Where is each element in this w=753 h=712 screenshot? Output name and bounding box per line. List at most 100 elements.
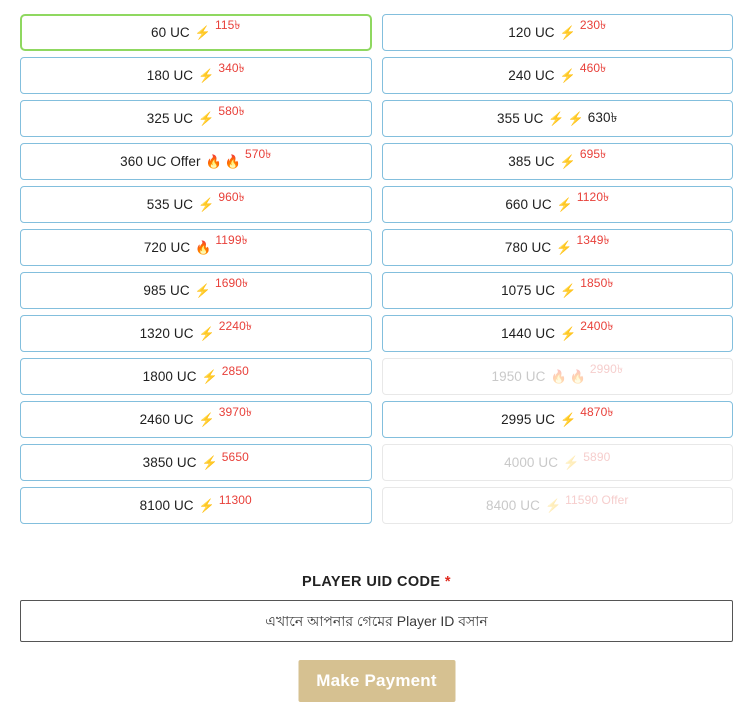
zap-icon: ⚡ xyxy=(198,498,215,513)
fire-icon: 🔥 xyxy=(569,369,586,384)
package-price: 1199৳ xyxy=(215,232,248,247)
package-icons: ⚡ xyxy=(199,327,215,340)
package-icons: ⚡ xyxy=(557,198,573,211)
package-price: 1850৳ xyxy=(580,275,614,290)
required-asterisk: * xyxy=(444,574,451,590)
zap-icon: ⚡ xyxy=(560,412,577,427)
package-option: 4000 UC ⚡ 5890 xyxy=(381,444,733,481)
fire-icon: 🔥 xyxy=(195,240,212,255)
package-price: 2240৳ xyxy=(218,318,252,333)
zap-icon: ⚡ xyxy=(560,283,577,298)
zap-icon: ⚡ xyxy=(201,369,218,384)
zap-icon: ⚡ xyxy=(198,412,215,427)
package-icons: ⚡ xyxy=(560,413,576,426)
package-icons: ⚡ xyxy=(198,69,214,82)
fire-icon: 🔥 xyxy=(205,154,222,169)
package-option[interactable]: 1075 UC ⚡ 1850৳ xyxy=(381,272,733,309)
package-option[interactable]: 8100 UC ⚡ 11300 xyxy=(20,487,372,524)
package-option[interactable]: 385 UC ⚡ 695৳ xyxy=(381,143,733,180)
package-icons: ⚡ xyxy=(195,26,211,39)
package-label: 2995 UC xyxy=(501,412,556,427)
package-option[interactable]: 780 UC ⚡ 1349৳ xyxy=(381,229,733,266)
zap-icon: ⚡ xyxy=(556,240,573,255)
zap-icon: ⚡ xyxy=(194,25,211,40)
package-price: 4870৳ xyxy=(580,404,614,419)
package-icons: ⚡ xyxy=(560,155,576,168)
package-option[interactable]: 1320 UC ⚡ 2240৳ xyxy=(20,315,372,352)
package-option[interactable]: 985 UC ⚡ 1690৳ xyxy=(20,272,372,309)
package-price: 11300 xyxy=(218,492,252,507)
package-icons: ⚡ xyxy=(199,499,215,512)
package-label: 360 UC Offer xyxy=(120,154,201,169)
package-icons: ⚡ xyxy=(563,456,579,469)
package-icons: ⚡ xyxy=(560,327,576,340)
package-option[interactable]: 355 UC ⚡ ⚡ 630৳ xyxy=(381,100,733,137)
zap-icon: ⚡ xyxy=(563,455,580,470)
package-label: 120 UC xyxy=(508,25,555,40)
zap-icon: ⚡ xyxy=(198,111,215,126)
package-price: 5650 xyxy=(221,449,249,464)
package-option[interactable]: 2460 UC ⚡ 3970৳ xyxy=(20,401,372,438)
make-payment-button[interactable]: Make Payment xyxy=(298,660,455,702)
zap-icon: ⚡ xyxy=(559,68,576,83)
package-label: 325 UC xyxy=(146,111,194,126)
package-option[interactable]: 3850 UC ⚡ 5650 xyxy=(20,444,372,481)
package-label: 3850 UC xyxy=(142,455,197,470)
package-price: 115৳ xyxy=(214,17,241,32)
zap-icon: ⚡ xyxy=(544,498,562,513)
package-icons: ⚡ xyxy=(202,456,218,469)
package-option[interactable]: 240 UC ⚡ 460৳ xyxy=(381,57,733,94)
package-label: 1950 UC xyxy=(491,369,546,384)
package-option[interactable]: 325 UC ⚡ 580৳ xyxy=(20,100,372,137)
uc-topup-page: 60 UC ⚡ 115৳ 120 UC ⚡ 230৳ 180 UC ⚡ 340৳ 240 UC ⚡ 4… xyxy=(0,0,753,712)
package-option[interactable]: 360 UC Offer 🔥 🔥 570৳ xyxy=(20,143,372,180)
package-price: 2850 xyxy=(221,363,249,378)
player-uid-label-text: PLAYER UID CODE xyxy=(302,574,441,590)
package-option[interactable]: 120 UC ⚡ 230৳ xyxy=(381,14,733,51)
zap-icon: ⚡ xyxy=(198,197,215,212)
package-option[interactable]: 660 UC ⚡ 1120৳ xyxy=(381,186,733,223)
package-icons: 🔥 xyxy=(195,241,211,254)
zap-icon: ⚡ xyxy=(548,111,565,126)
package-option[interactable]: 1440 UC ⚡ 2400৳ xyxy=(381,315,733,352)
package-option[interactable]: 60 UC ⚡ 115৳ xyxy=(20,14,372,51)
fire-icon: 🔥 xyxy=(224,154,241,169)
package-label: 535 UC xyxy=(146,197,194,212)
package-option: 1950 UC 🔥 🔥 2990৳ xyxy=(381,358,733,395)
package-price: 2990৳ xyxy=(589,361,624,376)
package-price: 5890 xyxy=(583,449,611,464)
package-label: 240 UC xyxy=(508,68,555,83)
package-label: 1440 UC xyxy=(501,326,556,341)
package-icons: ⚡ xyxy=(198,112,214,125)
package-label: 660 UC xyxy=(505,197,552,212)
package-option[interactable]: 535 UC ⚡ 960৳ xyxy=(20,186,372,223)
zap-icon: ⚡ xyxy=(198,68,215,83)
package-icons: ⚡ xyxy=(202,370,218,383)
package-option: 8400 UC ⚡ 11590 Offer xyxy=(381,487,733,524)
package-icons: 🔥 🔥 xyxy=(550,370,585,383)
package-option[interactable]: 720 UC 🔥 1199৳ xyxy=(20,229,372,266)
package-label: 180 UC xyxy=(146,68,194,83)
package-option[interactable]: 2995 UC ⚡ 4870৳ xyxy=(381,401,733,438)
package-label: 720 UC xyxy=(143,240,191,255)
zap-icon: ⚡ xyxy=(559,25,576,40)
package-icons: ⚡ xyxy=(560,284,576,297)
player-uid-input[interactable] xyxy=(20,600,733,642)
package-grid: 60 UC ⚡ 115৳ 120 UC ⚡ 230৳ 180 UC ⚡ 340৳ 240 UC ⚡ 4… xyxy=(20,14,733,524)
package-price: 460৳ xyxy=(579,60,607,75)
package-option[interactable]: 180 UC ⚡ 340৳ xyxy=(20,57,372,94)
zap-icon: ⚡ xyxy=(567,111,584,126)
package-icons: ⚡ xyxy=(195,284,211,297)
zap-icon: ⚡ xyxy=(559,154,576,169)
package-label: 985 UC xyxy=(143,283,190,298)
package-label: 385 UC xyxy=(508,154,555,169)
package-option[interactable]: 1800 UC ⚡ 2850 xyxy=(20,358,372,395)
package-label: 780 UC xyxy=(504,240,552,255)
package-icons: ⚡ xyxy=(198,198,214,211)
package-icons: ⚡ xyxy=(556,241,572,254)
package-icons: ⚡ ⚡ xyxy=(548,112,583,125)
package-label: 2460 UC xyxy=(139,412,194,427)
package-price: 1120৳ xyxy=(576,189,610,204)
package-icons: ⚡ xyxy=(560,69,576,82)
zap-icon: ⚡ xyxy=(201,455,218,470)
